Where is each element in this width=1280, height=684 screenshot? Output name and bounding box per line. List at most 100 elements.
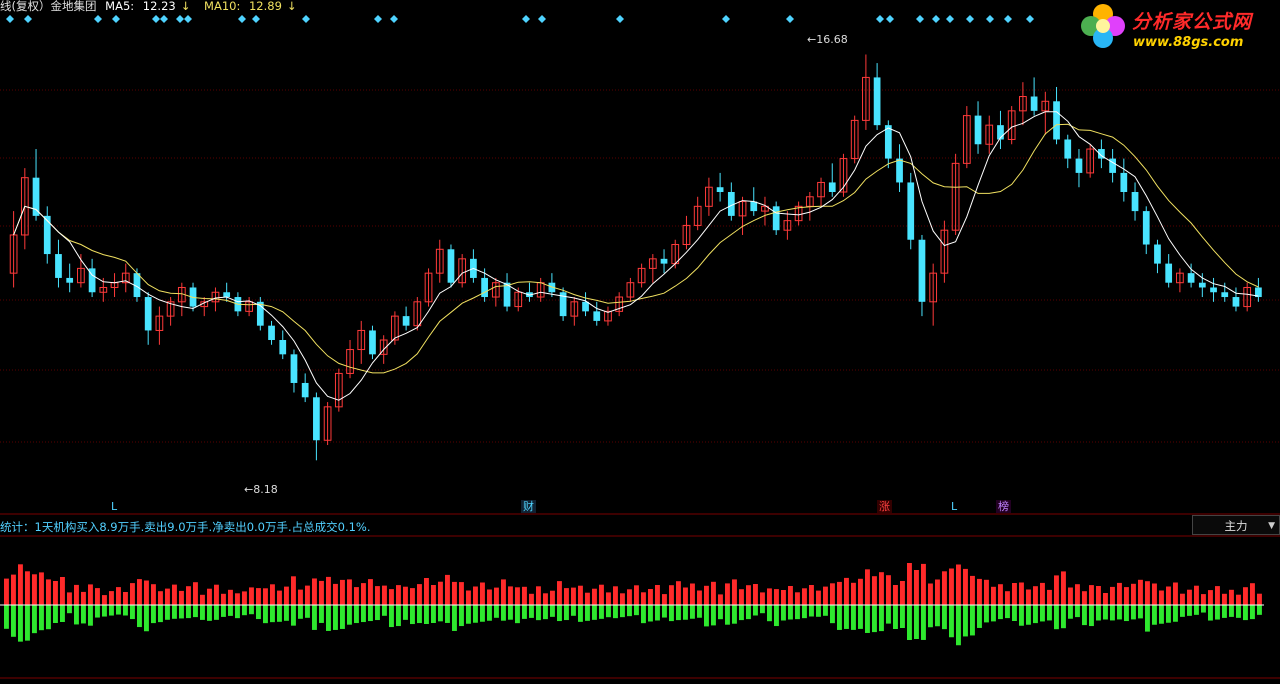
flow-bar-up bbox=[1138, 579, 1143, 605]
flow-bar-up bbox=[1005, 591, 1010, 605]
flow-bar-up bbox=[578, 585, 583, 605]
flow-bar-down bbox=[991, 605, 996, 622]
flow-bar-down bbox=[872, 605, 877, 633]
flow-bar-up bbox=[1096, 586, 1101, 605]
flow-bar-up bbox=[690, 583, 695, 605]
flow-bar-up bbox=[571, 587, 576, 605]
signal-diamond-icon bbox=[886, 15, 894, 23]
signal-diamond-icon bbox=[522, 15, 530, 23]
flow-bar-up bbox=[872, 576, 877, 605]
signal-marker[interactable]: L bbox=[111, 500, 117, 513]
signal-diamond-icon bbox=[176, 15, 184, 23]
indicator-select[interactable]: 主力 ▼ bbox=[1192, 515, 1280, 535]
flow-bar-up bbox=[851, 582, 856, 605]
finance-marker[interactable]: 财 bbox=[521, 500, 536, 513]
flow-bar-up bbox=[823, 586, 828, 605]
signal-marker[interactable]: L bbox=[951, 500, 957, 513]
flow-bar-up bbox=[487, 589, 492, 605]
flow-bar-down bbox=[690, 605, 695, 619]
flow-bar-up bbox=[627, 589, 632, 605]
flow-bar-up bbox=[1068, 587, 1073, 605]
flow-bar-down bbox=[1208, 605, 1213, 621]
flow-bar-down bbox=[1187, 605, 1192, 616]
flow-bar-up bbox=[18, 564, 23, 605]
candle-body bbox=[593, 311, 601, 321]
flow-bar-down bbox=[697, 605, 702, 618]
candle-body bbox=[1187, 273, 1195, 283]
ma5-label-text: MA5: bbox=[105, 0, 135, 13]
candle-body bbox=[481, 277, 488, 298]
ma10-value: 12.89 bbox=[248, 0, 282, 13]
flow-bar-up bbox=[739, 589, 744, 605]
flow-bar-down bbox=[11, 605, 16, 637]
institution-stats: 统计：1天机构买入8.9万手.卖出9.0万手.净卖出0.0万手.占总成交0.1%… bbox=[0, 520, 371, 534]
flow-bar-up bbox=[704, 585, 709, 605]
flow-bar-down bbox=[207, 605, 212, 621]
flow-bar-down bbox=[522, 605, 527, 619]
flow-bar-down bbox=[529, 605, 534, 618]
candle-body bbox=[1198, 282, 1206, 288]
candle-body bbox=[223, 292, 231, 298]
flow-bar-up bbox=[914, 570, 919, 605]
flow-bar-up bbox=[1089, 585, 1094, 605]
flow-bar-down bbox=[473, 605, 478, 623]
flow-bar-up bbox=[389, 589, 394, 605]
flow-bar-up bbox=[1250, 583, 1255, 605]
flow-bar-up bbox=[921, 563, 926, 605]
flow-bar-down bbox=[228, 605, 233, 616]
flow-bar-down bbox=[403, 605, 408, 620]
flow-bar-up bbox=[305, 585, 310, 605]
signal-diamond-icon bbox=[390, 15, 398, 23]
flow-bar-down bbox=[1243, 605, 1248, 621]
flow-bar-up bbox=[221, 593, 226, 605]
flow-bar-up bbox=[802, 588, 807, 605]
flow-bar-up bbox=[858, 578, 863, 605]
flow-bar-up bbox=[277, 590, 282, 605]
limit-up-marker[interactable]: 涨 bbox=[877, 500, 892, 513]
candle-body bbox=[301, 382, 309, 398]
candle-body bbox=[268, 325, 275, 340]
flow-bar-up bbox=[466, 590, 471, 605]
flow-bar-up bbox=[193, 582, 198, 605]
flow-bar-up bbox=[249, 587, 254, 605]
flow-bar-up bbox=[781, 590, 786, 605]
flow-bar-down bbox=[340, 605, 345, 629]
flow-bar-down bbox=[1145, 605, 1150, 632]
flow-bar-up bbox=[347, 579, 352, 605]
flow-bar-up bbox=[753, 584, 758, 605]
flow-bar-down bbox=[53, 605, 58, 623]
flow-bar-down bbox=[88, 605, 93, 626]
signal-diamond-icon bbox=[6, 15, 14, 23]
flow-bar-down bbox=[389, 605, 394, 628]
flow-bar-down bbox=[585, 605, 590, 621]
flow-bar-up bbox=[1229, 589, 1234, 605]
flow-bar-up bbox=[564, 588, 569, 605]
flow-bar-up bbox=[270, 584, 275, 605]
flow-bar-up bbox=[1173, 582, 1178, 605]
flow-bar-down bbox=[74, 605, 79, 625]
flow-bar-up bbox=[158, 591, 163, 605]
flow-bar-down bbox=[998, 605, 1003, 620]
flow-bar-down bbox=[592, 605, 597, 620]
flow-bar-up bbox=[130, 583, 135, 605]
flow-bar-up bbox=[291, 576, 296, 605]
list-marker[interactable]: 榜 bbox=[996, 500, 1011, 513]
flow-bar-down bbox=[676, 605, 681, 621]
flow-bar-down bbox=[235, 605, 240, 619]
flow-bar-down bbox=[627, 605, 632, 617]
flow-bar-down bbox=[788, 605, 793, 620]
flow-bar-up bbox=[1047, 589, 1052, 605]
stock-chart[interactable] bbox=[0, 0, 1280, 684]
flow-bar-up bbox=[144, 580, 149, 605]
flow-bar-up bbox=[977, 578, 982, 605]
flow-bar-down bbox=[669, 605, 674, 622]
flow-bar-down bbox=[25, 605, 30, 641]
flow-bar-down bbox=[1229, 605, 1234, 617]
flow-bar-up bbox=[1187, 589, 1192, 605]
flow-bar-down bbox=[1068, 605, 1073, 619]
flow-bar-down bbox=[326, 605, 331, 631]
flow-bar-down bbox=[1131, 605, 1136, 620]
flow-bar-up bbox=[1061, 571, 1066, 605]
flow-bar-down bbox=[172, 605, 177, 619]
flow-bar-down bbox=[963, 605, 968, 637]
